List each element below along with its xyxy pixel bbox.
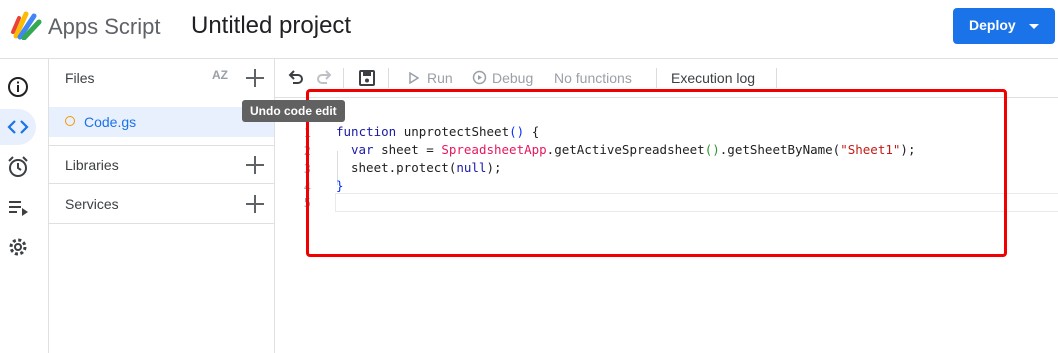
divider (49, 145, 274, 146)
undo-icon[interactable] (287, 69, 305, 87)
code-icon[interactable] (4, 113, 32, 141)
add-library-icon[interactable] (246, 156, 264, 174)
toolbar-separator (343, 68, 344, 88)
toolbar-separator (388, 68, 389, 88)
files-title: Files (65, 70, 95, 86)
caret-down-icon[interactable] (1029, 24, 1039, 29)
apps-script-logo-icon (11, 11, 42, 40)
function-select[interactable]: No functions (554, 70, 632, 86)
save-icon[interactable] (358, 69, 376, 87)
top-header: Apps Script Untitled project Deploy (0, 0, 1058, 59)
toolbar-separator (656, 68, 657, 88)
run-button[interactable]: Run (427, 70, 453, 86)
run-play-icon (409, 72, 419, 84)
file-name: Code.gs (84, 114, 137, 130)
toolbar-separator (776, 68, 777, 88)
redo-icon[interactable] (315, 69, 333, 87)
alarm-clock-icon[interactable] (4, 153, 32, 181)
deploy-button[interactable]: Deploy (953, 8, 1055, 44)
info-icon[interactable] (4, 73, 32, 101)
add-file-icon[interactable] (246, 69, 264, 87)
settings-gear-icon[interactable] (4, 233, 32, 261)
services-title: Services (65, 196, 119, 212)
executions-icon[interactable] (4, 193, 32, 221)
left-nav-rail (0, 59, 49, 353)
divider (49, 183, 274, 184)
file-status-icon (65, 116, 75, 126)
libraries-title: Libraries (65, 157, 119, 173)
debug-button[interactable]: Debug (492, 70, 533, 86)
undo-tooltip: Undo code edit (242, 100, 345, 122)
app-name[interactable]: Apps Script (48, 14, 161, 40)
project-title[interactable]: Untitled project (191, 12, 351, 40)
execution-log-button[interactable]: Execution log (671, 70, 755, 86)
file-item-code-gs[interactable]: Code.gs (49, 107, 274, 137)
add-service-icon[interactable] (246, 195, 264, 213)
debug-icon (472, 70, 487, 85)
sort-az-icon[interactable]: AZ (212, 68, 228, 82)
deploy-label: Deploy (969, 17, 1016, 33)
highlight-annotation-box (306, 89, 1007, 257)
divider (49, 223, 274, 224)
